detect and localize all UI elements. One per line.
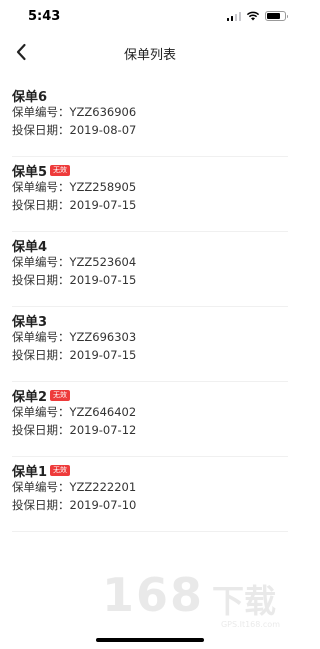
policy-number: YZZ222201: [69, 480, 137, 494]
policy-date: 2019-08-07: [69, 123, 137, 137]
policy-name: 保单2: [12, 389, 48, 405]
policy-number-line: 保单编号：YZZ646402: [12, 404, 136, 420]
policy-name: 保单6: [12, 89, 48, 105]
policy-number-line: 保单编号：YZZ696303: [12, 329, 136, 345]
status-icons: [226, 11, 288, 21]
policy-item[interactable]: 保单2 无效 保单编号：YZZ646402 投保日期：2019-07-12: [12, 382, 288, 457]
policy-date-line: 投保日期：2019-07-12: [12, 422, 136, 438]
policy-date-label: 投保日期：: [12, 423, 70, 437]
home-indicator[interactable]: [96, 638, 204, 642]
policy-item[interactable]: 保单4 保单编号：YZZ523604 投保日期：2019-07-15: [12, 232, 288, 307]
policy-date-label: 投保日期：: [12, 273, 70, 287]
status-time: 5:43: [28, 9, 61, 24]
policy-header: 保单6: [12, 86, 48, 105]
policy-date: 2019-07-15: [69, 198, 137, 212]
policy-number-line: 保单编号：YZZ636906: [12, 104, 136, 120]
policy-header: 保单5 无效: [12, 161, 71, 180]
policy-number-label: 保单编号：: [12, 255, 70, 269]
policy-number: YZZ523604: [69, 255, 137, 269]
policy-date-label: 投保日期：: [12, 498, 70, 512]
policy-item[interactable]: 保单1 无效 保单编号：YZZ222201 投保日期：2019-07-10: [12, 457, 288, 532]
policy-list: 保单6 保单编号：YZZ636906 投保日期：2019-08-07 保单5 无…: [0, 82, 300, 532]
nav-bar: 保单列表: [0, 34, 300, 72]
policy-item[interactable]: 保单3 保单编号：YZZ696303 投保日期：2019-07-15: [12, 307, 288, 382]
policy-date: 2019-07-15: [69, 348, 137, 362]
policy-date: 2019-07-10: [69, 498, 137, 512]
policy-number: YZZ696303: [69, 330, 137, 344]
policy-item[interactable]: 保单6 保单编号：YZZ636906 投保日期：2019-08-07: [12, 82, 288, 157]
watermark-digits: 168: [102, 568, 205, 622]
battery-icon: [265, 11, 288, 21]
signal-icon: [226, 11, 241, 21]
policy-header: 保单2 无效: [12, 386, 71, 405]
policy-number: YZZ258905: [69, 180, 137, 194]
policy-name: 保单4: [12, 239, 48, 255]
policy-number: YZZ636906: [69, 105, 137, 119]
policy-date-line: 投保日期：2019-07-15: [12, 197, 136, 213]
watermark-logo: 168 下载 GPS.It168.com: [90, 568, 290, 632]
invalid-badge: 无效: [50, 464, 71, 476]
policy-number-label: 保单编号：: [12, 480, 70, 494]
watermark-url: GPS.It168.com: [220, 620, 280, 629]
policy-date-label: 投保日期：: [12, 348, 70, 362]
policy-date: 2019-07-12: [69, 423, 137, 437]
policy-number-label: 保单编号：: [12, 105, 70, 119]
policy-number: YZZ646402: [69, 405, 137, 419]
policy-date-line: 投保日期：2019-08-07: [12, 122, 136, 138]
policy-date-line: 投保日期：2019-07-10: [12, 497, 136, 513]
policy-number-label: 保单编号：: [12, 330, 70, 344]
policy-date-line: 投保日期：2019-07-15: [12, 347, 136, 363]
policy-number-label: 保单编号：: [12, 405, 70, 419]
policy-number-line: 保单编号：YZZ222201: [12, 479, 136, 495]
policy-header: 保单4: [12, 236, 48, 255]
policy-number-line: 保单编号：YZZ523604: [12, 254, 136, 270]
invalid-badge: 无效: [50, 164, 71, 176]
watermark-text: 下载: [212, 582, 277, 620]
policy-header: 保单1 无效: [12, 461, 71, 480]
policy-name: 保单3: [12, 314, 48, 330]
policy-header: 保单3: [12, 311, 48, 330]
policy-date-line: 投保日期：2019-07-15: [12, 272, 136, 288]
policy-item[interactable]: 保单5 无效 保单编号：YZZ258905 投保日期：2019-07-15: [12, 157, 288, 232]
policy-date: 2019-07-15: [69, 273, 137, 287]
policy-name: 保单5: [12, 164, 48, 180]
policy-date-label: 投保日期：: [12, 123, 70, 137]
policy-date-label: 投保日期：: [12, 198, 70, 212]
wifi-icon: [246, 11, 260, 21]
policy-number-line: 保单编号：YZZ258905: [12, 179, 136, 195]
invalid-badge: 无效: [50, 389, 71, 401]
policy-name: 保单1: [12, 464, 48, 480]
battery-level: [267, 13, 280, 19]
page-title: 保单列表: [123, 48, 176, 63]
status-bar: 5:43: [0, 0, 300, 34]
policy-number-label: 保单编号：: [12, 180, 70, 194]
